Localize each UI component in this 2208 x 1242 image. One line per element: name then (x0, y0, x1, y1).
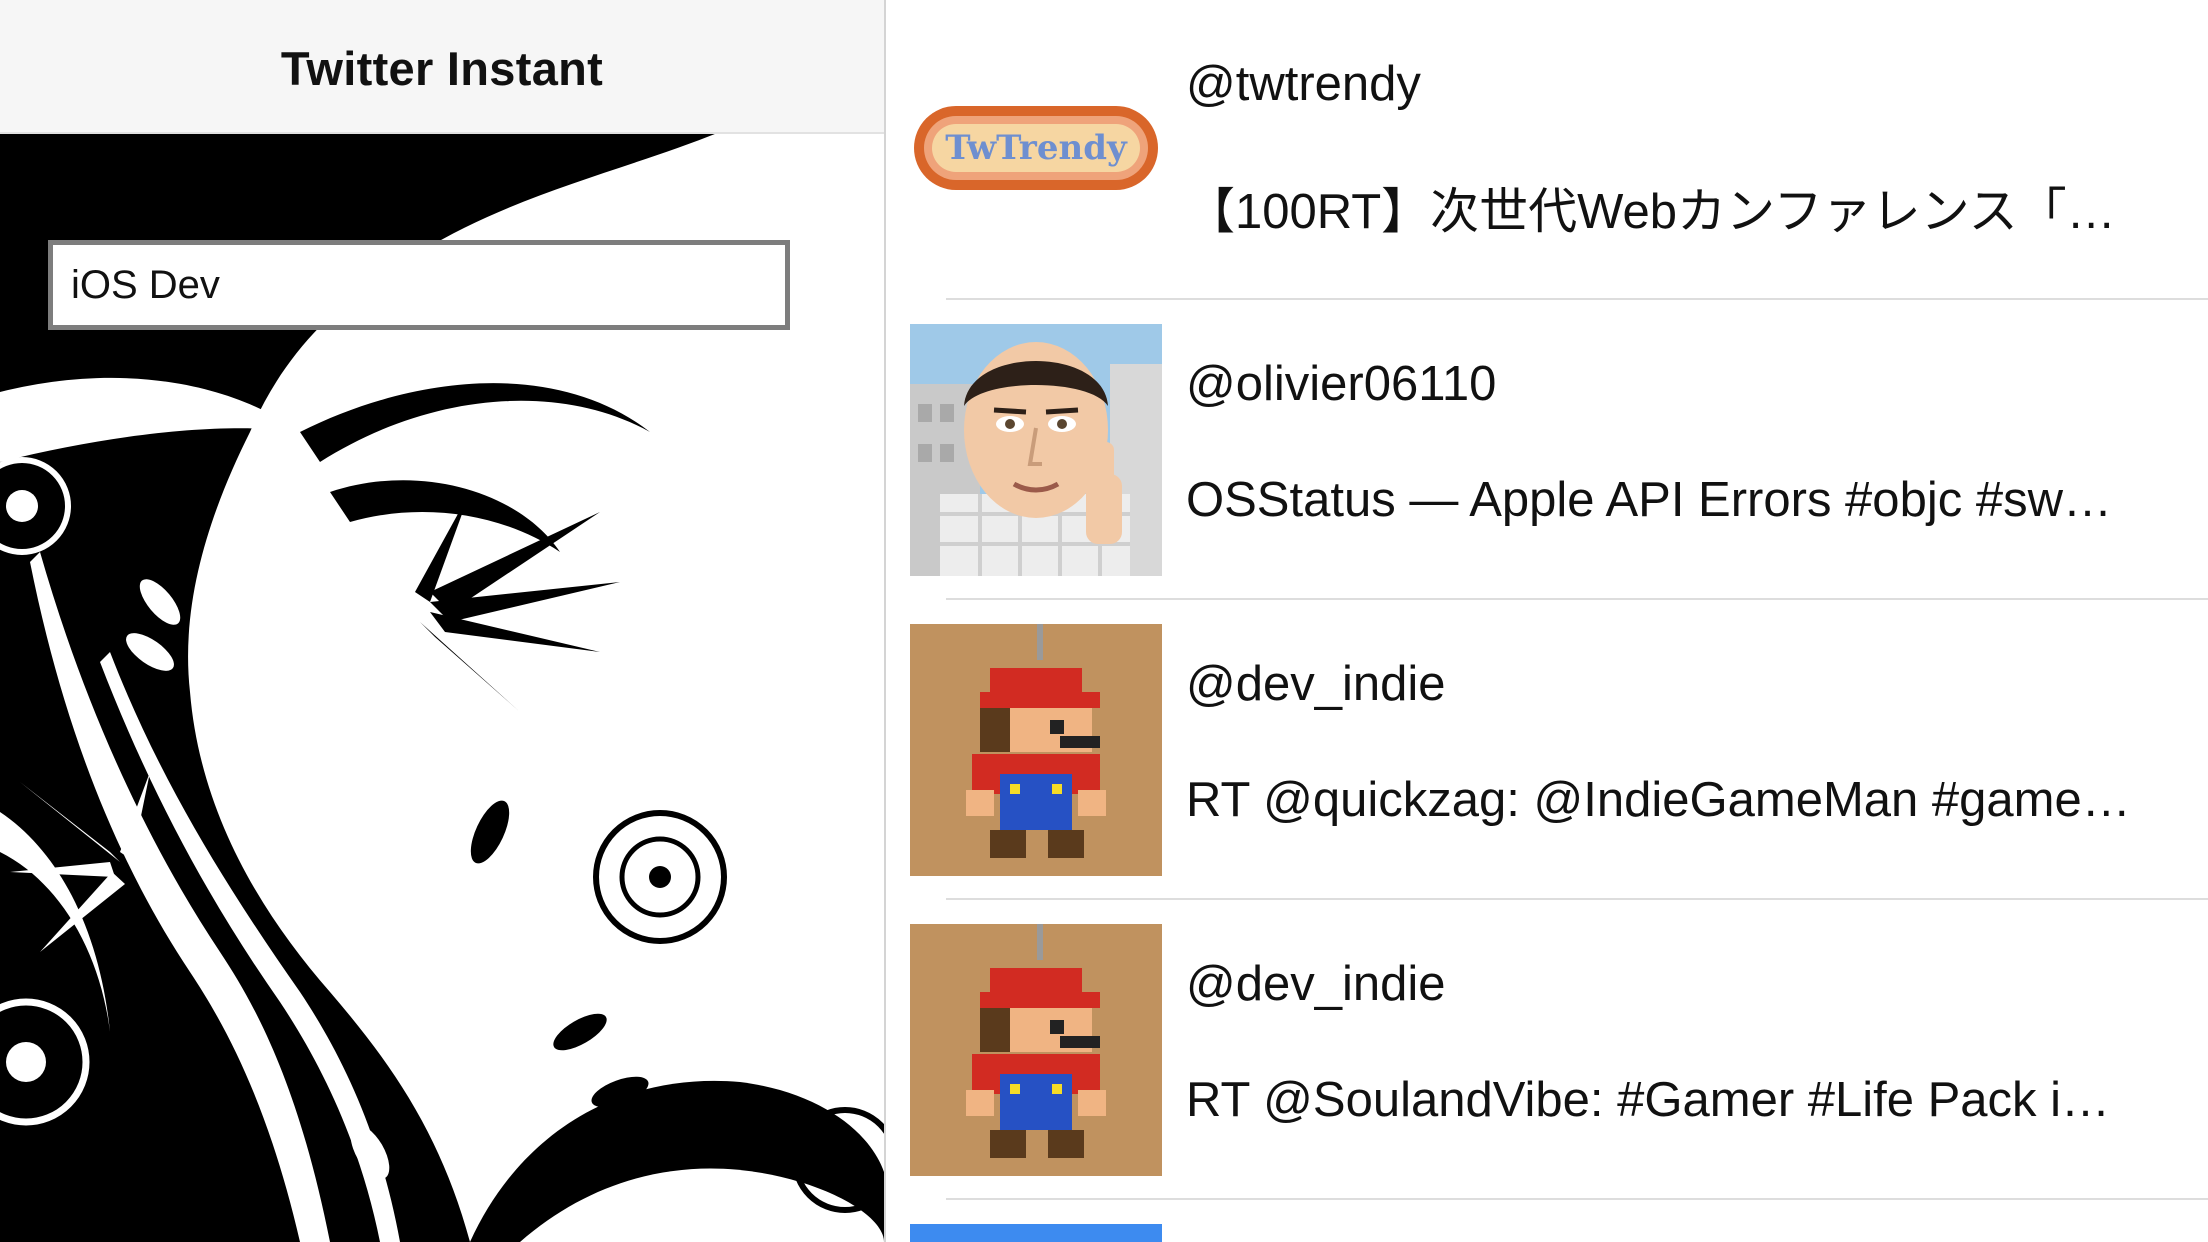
split-view-divider (884, 0, 886, 1242)
tweet-row[interactable]: @olivier06110 OSStatus — Apple API Error… (886, 300, 2208, 600)
twtrendy-logo-avatar-icon: TwTrendy (910, 24, 1162, 276)
tweet-handle: @olivier06110 (1186, 357, 1497, 411)
search-field[interactable] (48, 240, 790, 330)
next-row-avatar (910, 1224, 1162, 1242)
row-separator (946, 1198, 2208, 1200)
cartoon-man-thumbs-up-avatar-icon (910, 324, 1162, 576)
master-panel: Twitter Instant (0, 0, 884, 1242)
tweet-handle: @dev_indie (1186, 657, 1446, 711)
tweet-row[interactable]: @dev_indie RT @SoulandVibe: #Gamer #Life… (886, 900, 2208, 1200)
tweet-text: 【100RT】次世代Webカンファレンス「… (1186, 185, 2116, 239)
tweet-handle: @twtrendy (1186, 57, 1421, 111)
tweet-text: RT @SoulandVibe: #Gamer #Life Pack i… (1186, 1073, 2111, 1127)
page-title: Twitter Instant (280, 41, 604, 95)
search-input[interactable] (71, 262, 751, 308)
tweet-list[interactable]: TwTrendy @twtrendy 【100RT】次世代Webカンファレンス「… (886, 0, 2208, 1242)
navigation-bar: Twitter Instant (0, 0, 884, 134)
pixel-mario-keychain-avatar-icon (910, 624, 1162, 876)
pixel-mario-keychain-avatar-icon (910, 924, 1162, 1176)
tweet-row[interactable]: @dev_indie RT @quickzag: @IndieGameMan #… (886, 600, 2208, 900)
tweet-text: OSStatus — Apple API Errors #objc #sw… (1186, 473, 2112, 527)
tweet-handle: @dev_indie (1186, 957, 1446, 1011)
tweet-row[interactable]: TwTrendy @twtrendy 【100RT】次世代Webカンファレンス「… (886, 0, 2208, 300)
svg-text:TwTrendy: TwTrendy (945, 128, 1128, 168)
tweet-text: RT @quickzag: @IndieGameMan #game… (1186, 773, 2131, 827)
